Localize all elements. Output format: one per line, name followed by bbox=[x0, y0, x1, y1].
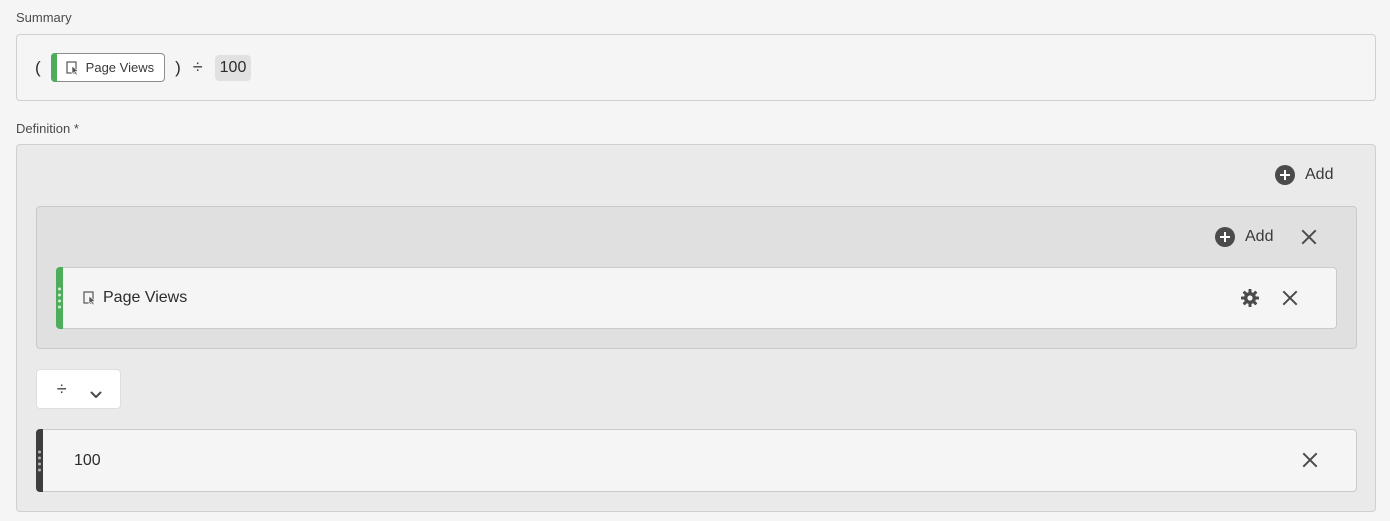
drag-handle-icon[interactable] bbox=[56, 267, 63, 329]
summary-close-paren: ) bbox=[175, 57, 181, 77]
outer-add-button[interactable]: Add bbox=[1275, 165, 1333, 185]
container-group: Add Page Views bbox=[36, 206, 1357, 349]
summary-metric-pill[interactable]: Page Views bbox=[50, 53, 166, 82]
static-number-row[interactable]: 100 bbox=[36, 429, 1357, 492]
inner-add-button[interactable]: Add bbox=[1215, 227, 1273, 247]
metric-icon bbox=[66, 60, 80, 75]
definition-container: Add Add Page Views ÷ 100 bbox=[16, 144, 1376, 512]
summary-operator: ÷ bbox=[192, 57, 203, 77]
add-circle-icon bbox=[1215, 227, 1235, 247]
calculated-metric-builder: Summary ( Page Views ) ÷ 100 Definition … bbox=[0, 0, 1390, 521]
inner-add-label: Add bbox=[1245, 228, 1274, 245]
add-circle-icon bbox=[1275, 165, 1295, 185]
definition-label: Definition * bbox=[16, 121, 79, 136]
summary-label: Summary bbox=[16, 10, 72, 25]
static-number-value: 100 bbox=[74, 451, 101, 469]
required-marker: * bbox=[73, 121, 79, 136]
outer-add-label: Add bbox=[1305, 166, 1334, 183]
summary-box: ( Page Views ) ÷ 100 bbox=[16, 34, 1376, 101]
chevron-down-icon bbox=[90, 384, 102, 398]
metric-icon bbox=[83, 291, 97, 305]
definition-label-text: Definition bbox=[16, 121, 71, 136]
summary-metric-label: Page Views bbox=[85, 60, 155, 75]
summary-number: 100 bbox=[214, 54, 252, 81]
close-icon[interactable] bbox=[1282, 290, 1298, 306]
summary-open-paren: ( bbox=[35, 57, 41, 77]
close-icon[interactable] bbox=[1302, 452, 1318, 468]
close-icon[interactable] bbox=[1301, 229, 1317, 245]
metric-name: Page Views bbox=[103, 289, 188, 306]
drag-handle-icon[interactable] bbox=[36, 429, 43, 492]
metric-row[interactable]: Page Views bbox=[56, 267, 1337, 329]
operator-symbol: ÷ bbox=[56, 378, 67, 399]
gear-icon[interactable] bbox=[1240, 288, 1260, 308]
operator-dropdown[interactable]: ÷ bbox=[36, 369, 121, 409]
